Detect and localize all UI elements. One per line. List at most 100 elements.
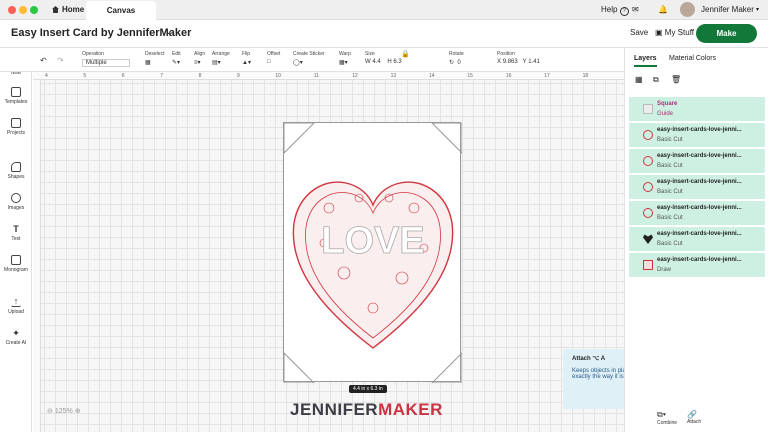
avatar[interactable]: [680, 2, 695, 17]
cut-thumb-icon: [643, 182, 653, 192]
layer-item[interactable]: easy-insert-cards-love-jenni... Basic Cu…: [629, 227, 765, 252]
height-input[interactable]: 6.3: [393, 59, 401, 65]
ruler-tick-label: 6: [121, 73, 125, 79]
align-button[interactable]: Align ≡▾: [194, 51, 205, 66]
position-controls: Position X 9.863 Y 1.41: [497, 51, 540, 65]
height-label: H: [387, 59, 392, 65]
lock-icon[interactable]: 🔒: [401, 50, 410, 58]
layer-type: Basic Cut: [657, 215, 683, 221]
ruler-tick-label: 8: [198, 73, 202, 79]
layer-type: Guide: [657, 111, 674, 117]
operation-dropdown[interactable]: Operation Multiple: [82, 51, 130, 67]
monogram-icon: [11, 255, 21, 265]
zoom-out-icon[interactable]: ⊖: [47, 408, 53, 415]
sidebar-item-upload[interactable]: ↑ Upload: [0, 297, 32, 316]
heart-thumb-icon: [643, 234, 653, 244]
layer-type: Basic Cut: [657, 189, 683, 195]
offset-button[interactable]: Offset □: [267, 51, 280, 65]
rotate-label: Rotate: [449, 51, 464, 57]
deselect-label: Deselect: [145, 51, 165, 57]
tab-home[interactable]: Home: [46, 2, 90, 18]
deselect-button[interactable]: Deselect ▦: [145, 51, 164, 66]
edit-toolbar: ↶ ↷ Operation Multiple Deselect ▦ Edit ✎▾ …: [0, 48, 624, 72]
y-label: Y: [522, 59, 527, 65]
edit-button[interactable]: Edit ✎▾: [172, 51, 181, 66]
chevron-down-icon[interactable]: ▾: [756, 3, 759, 17]
my-stuff-button[interactable]: ▣ My Stuff: [655, 28, 694, 37]
tab-canvas[interactable]: Canvas: [86, 1, 156, 20]
sidebar-item-label: Projects: [6, 130, 26, 136]
my-stuff-label: My Stuff: [664, 28, 694, 37]
combine-button[interactable]: ⧉▾ Combine: [657, 410, 677, 426]
flip-label: Flip: [242, 51, 251, 57]
deselect-icon: ▦: [145, 60, 151, 66]
maximize-window-button[interactable]: [30, 6, 38, 14]
undo-icon[interactable]: ↶: [40, 56, 47, 65]
insert-card-design[interactable]: LOVE: [283, 122, 463, 384]
square-thumb-icon: [643, 104, 653, 114]
sidebar-item-templates[interactable]: Templates: [0, 87, 32, 105]
align-label: Align: [194, 51, 206, 57]
duplicate-icon[interactable]: ⧉: [653, 75, 659, 85]
attach-button[interactable]: 🔗 Attach: [687, 410, 701, 425]
warp-icon: ▦▾: [339, 60, 348, 66]
arrange-button[interactable]: Arrange ▤▾: [212, 51, 230, 66]
layer-item[interactable]: easy-insert-cards-love-jenni... Basic Cu…: [629, 201, 765, 226]
offset-icon: □: [267, 59, 271, 65]
layer-type: Draw: [657, 267, 672, 273]
layer-item[interactable]: easy-insert-cards-love-jenni... Basic Cu…: [629, 149, 765, 174]
bell-icon[interactable]: 🔔: [658, 3, 668, 17]
tab-layers[interactable]: Layers: [634, 55, 657, 67]
make-button[interactable]: Make: [696, 24, 757, 43]
flip-button[interactable]: Flip ▲▾: [242, 51, 251, 66]
shapes-icon: [11, 162, 21, 172]
sidebar-item-create-ai[interactable]: ✦ Create AI: [0, 328, 32, 346]
sidebar-item-monogram[interactable]: Monogram: [0, 255, 32, 273]
svg-text:LOVE: LOVE: [321, 220, 424, 262]
cut-thumb-icon: [643, 208, 653, 218]
horizontal-ruler: 4 5 6 7 8 9 10 11 12 13 14 15 16 17 18: [33, 72, 624, 80]
redo-icon[interactable]: ↷: [57, 56, 64, 65]
warp-button[interactable]: Warp ▦▾: [339, 51, 351, 66]
mail-icon[interactable]: ✉: [632, 3, 639, 17]
layer-name: easy-insert-cards-love-jenni...: [657, 205, 742, 211]
create-sticker-button[interactable]: Create Sticker ◯▾: [293, 51, 325, 66]
rotate-input[interactable]: 0: [457, 60, 460, 66]
sidebar-item-shapes[interactable]: Shapes: [0, 162, 32, 180]
layer-name: easy-insert-cards-love-jenni...: [657, 153, 742, 159]
group-icon[interactable]: ▦: [635, 75, 643, 84]
help-link[interactable]: Help ?: [601, 3, 629, 17]
operation-value: Multiple: [82, 59, 130, 67]
zoom-level: 125%: [54, 408, 73, 415]
minimize-window-button[interactable]: [19, 6, 27, 14]
sidebar-item-projects[interactable]: Projects: [0, 118, 32, 136]
layer-item[interactable]: easy-insert-cards-love-jenni... Basic Cu…: [629, 175, 765, 200]
sidebar-item-images[interactable]: Images: [0, 193, 32, 211]
y-input[interactable]: 1.41: [528, 59, 540, 65]
chevron-down-icon[interactable]: ⌄: [165, 27, 172, 36]
ruler-tick-label: 12: [352, 73, 358, 79]
pencil-icon: ✎▾: [172, 60, 181, 66]
layer-item[interactable]: easy-insert-cards-love-jenni... Basic Cu…: [629, 123, 765, 148]
sidebar-item-label: Create AI: [5, 340, 27, 346]
jennifermaker-watermark: JENNIFERMAKER: [290, 400, 443, 420]
trash-icon[interactable]: 🗑: [671, 75, 681, 84]
width-input[interactable]: 4.4: [372, 59, 380, 65]
draw-thumb-icon: [643, 260, 653, 270]
layer-item[interactable]: Square Guide: [629, 97, 765, 122]
close-window-button[interactable]: [8, 6, 16, 14]
ruler-tick-label: 15: [467, 73, 473, 79]
design-canvas[interactable]: LOVE 4.4 in x 6.3 in JENNIFERMAKER ⊖ 125…: [33, 72, 624, 432]
x-label: X: [497, 59, 502, 65]
sidebar-item-text[interactable]: T Text: [0, 224, 32, 242]
user-name[interactable]: Jennifer Maker: [701, 3, 754, 17]
tab-material-colors[interactable]: Material Colors: [669, 55, 716, 62]
zoom-control[interactable]: ⊖ 125% ⊕: [47, 407, 81, 415]
zoom-in-icon[interactable]: ⊕: [75, 408, 81, 415]
save-button[interactable]: Save: [630, 28, 648, 37]
x-input[interactable]: 9.863: [503, 59, 518, 65]
layer-type: Basic Cut: [657, 137, 683, 143]
layer-item[interactable]: easy-insert-cards-love-jenni... Draw: [629, 253, 765, 278]
combine-label: Combine: [657, 420, 678, 426]
ruler-tick-label: 18: [582, 73, 589, 79]
